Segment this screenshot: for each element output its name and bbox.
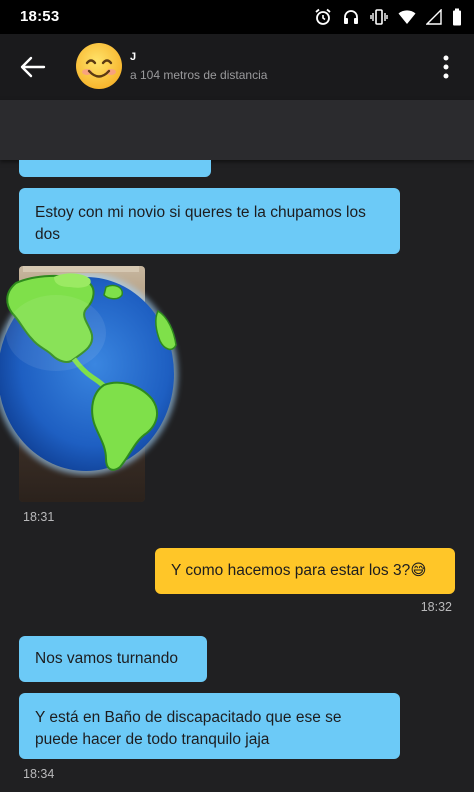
wifi-icon <box>398 10 416 24</box>
status-icons <box>314 8 462 26</box>
message-timestamp: 18:32 <box>420 600 452 614</box>
headphones-icon <box>344 10 358 24</box>
chat-subheader <box>0 100 474 160</box>
chat-header: J a 104 metros de distancia <box>0 34 474 100</box>
message-text: Y como hacemos para estar los 3?😅 <box>171 562 427 579</box>
message-bubble-incoming[interactable]: Estoy con mi novio si queres te la chupa… <box>19 188 400 254</box>
contact-name[interactable]: J <box>130 51 136 63</box>
signal-icon <box>426 9 442 25</box>
battery-icon <box>453 8 461 26</box>
message-bubble-incoming[interactable]: Y está en Baño de discapacitado que ese … <box>19 693 400 759</box>
message-text: Estoy con mi novio si queres te la chupa… <box>35 204 366 243</box>
vibrate-icon <box>370 9 388 25</box>
globe-emoji-overlay <box>0 273 178 475</box>
message-text: Nos vamos turnando <box>35 650 179 667</box>
message-timestamp: 18:31 <box>23 510 55 524</box>
message-bubble-incoming[interactable]: Nos vamos turnando <box>19 636 207 682</box>
status-bar: 18:53 <box>0 0 474 34</box>
message-timestamp: 18:34 <box>23 767 55 781</box>
message-list[interactable]: Estoy con mi novio si queres te la chupa… <box>0 160 474 792</box>
message-bubble-outgoing[interactable]: Y como hacemos para estar los 3?😅 <box>155 548 455 594</box>
message-bubble-incoming[interactable] <box>19 160 211 177</box>
back-arrow-icon[interactable] <box>18 54 46 80</box>
contact-distance: a 104 metros de distancia <box>130 68 268 82</box>
alarm-icon <box>315 8 331 25</box>
photo-frame-top <box>23 266 139 272</box>
more-options-icon[interactable] <box>436 54 456 80</box>
status-time: 18:53 <box>20 8 60 25</box>
message-text: Y está en Baño de discapacitado que ese … <box>35 709 342 748</box>
avatar[interactable] <box>75 42 123 90</box>
